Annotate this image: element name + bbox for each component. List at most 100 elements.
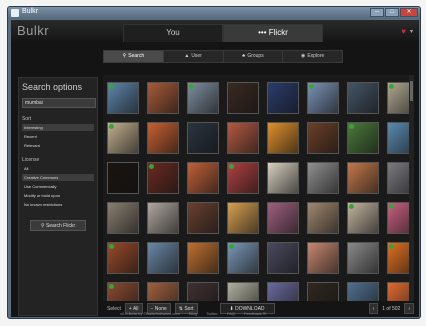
photo-thumbnail[interactable]: [307, 202, 339, 234]
credits-link-twitter[interactable]: Twitter: [206, 311, 218, 316]
heart-icon[interactable]: ♥: [401, 27, 406, 36]
app-icon: [11, 9, 19, 17]
selected-check-icon: [109, 244, 114, 249]
grid-scrollbar[interactable]: [409, 75, 414, 301]
title-bar[interactable]: Bulkr ─ □ ✕: [8, 7, 420, 19]
subnav-explore[interactable]: ◉ Explore: [283, 51, 342, 62]
photo-thumbnail[interactable]: [307, 162, 339, 194]
search-flickr-button[interactable]: ⚲ Search Flickr: [30, 220, 86, 231]
photo-thumbnail[interactable]: [347, 162, 379, 194]
selected-check-icon: [389, 84, 394, 89]
selected-check-icon: [109, 84, 114, 89]
photo-thumbnail[interactable]: [147, 202, 179, 234]
selected-check-icon: [149, 164, 154, 169]
photo-thumbnail[interactable]: [267, 122, 299, 154]
license-heading: License: [22, 157, 40, 163]
app-content: Bulkr You ••• Flickr ♥ ▾ ⚲ Search ▲ User ♣…: [11, 20, 419, 317]
photo-thumbnail[interactable]: [267, 242, 299, 274]
sort-option-interesting[interactable]: Interesting: [22, 124, 94, 131]
photo-thumbnail[interactable]: [107, 242, 139, 274]
search-input[interactable]: [22, 98, 96, 108]
search-options-panel: Search options Sort Interesting Recent R…: [18, 77, 98, 316]
photo-thumbnail[interactable]: [147, 162, 179, 194]
selected-check-icon: [229, 164, 234, 169]
credits-link-faq[interactable]: FAQ: [227, 311, 235, 316]
selected-check-icon: [349, 204, 354, 209]
selected-check-icon: [109, 284, 114, 289]
photo-thumbnail[interactable]: [107, 202, 139, 234]
photo-thumbnail[interactable]: [147, 122, 179, 154]
photo-thumbnail[interactable]: [227, 122, 259, 154]
maximize-button[interactable]: □: [385, 8, 399, 17]
sort-option-recent[interactable]: Recent: [22, 133, 94, 140]
subnav-user-label: User: [191, 53, 202, 59]
subnav-search[interactable]: ⚲ Search: [104, 51, 164, 62]
photo-thumbnail[interactable]: [107, 282, 139, 301]
pagination: ‹ 1 of 502 ›: [368, 303, 414, 314]
photo-thumbnail[interactable]: [227, 162, 259, 194]
user-icon: ▲: [184, 53, 190, 59]
search-options-title: Search options: [22, 82, 83, 92]
photo-thumbnail[interactable]: [187, 282, 219, 301]
photo-thumbnail[interactable]: [227, 82, 259, 114]
photo-thumbnail[interactable]: [307, 82, 339, 114]
selected-check-icon: [389, 204, 394, 209]
photo-thumbnail[interactable]: [107, 162, 139, 194]
photo-thumbnail[interactable]: [347, 122, 379, 154]
license-option-commercial[interactable]: Use Commercially: [22, 183, 94, 190]
photo-thumbnail[interactable]: [347, 202, 379, 234]
photo-thumbnail[interactable]: [267, 82, 299, 114]
photo-thumbnail[interactable]: [347, 82, 379, 114]
license-option-creative-commons[interactable]: Creative Commons: [22, 174, 94, 181]
photo-thumbnail[interactable]: [267, 282, 299, 301]
photo-thumbnail[interactable]: [107, 82, 139, 114]
license-option-modify[interactable]: Modify or build upon: [22, 192, 94, 199]
photo-thumbnail[interactable]: [187, 82, 219, 114]
next-page-button[interactable]: ›: [404, 303, 414, 314]
screenshot-stage: Bulkr ─ □ ✕ Bulkr You ••• Flickr ♥ ▾ ⚲ S…: [0, 0, 426, 326]
app-window: Bulkr ─ □ ✕ Bulkr You ••• Flickr ♥ ▾ ⚲ S…: [7, 6, 421, 319]
photo-thumbnail[interactable]: [347, 282, 379, 301]
credits-link-feedback[interactable]: Feedback ✉: [244, 311, 266, 316]
photo-thumbnail[interactable]: [347, 242, 379, 274]
license-option-no-restrictions[interactable]: No known restrictions: [22, 201, 94, 208]
groups-icon: ♣: [242, 53, 246, 59]
photo-thumbnail[interactable]: [107, 122, 139, 154]
explore-icon: ◉: [300, 53, 306, 59]
photo-results-area: [103, 75, 414, 301]
photo-thumbnail[interactable]: [187, 162, 219, 194]
photo-thumbnail[interactable]: [267, 162, 299, 194]
close-button[interactable]: ✕: [400, 8, 418, 17]
search-icon: ⚲: [122, 53, 127, 59]
photo-thumbnail[interactable]: [267, 202, 299, 234]
scrollbar-thumb[interactable]: [410, 81, 413, 101]
page-indicator: 1 of 502: [382, 305, 401, 312]
photo-thumbnail[interactable]: [227, 202, 259, 234]
photo-thumbnail[interactable]: [187, 122, 219, 154]
photo-thumbnail[interactable]: [307, 242, 339, 274]
photo-thumbnail[interactable]: [147, 282, 179, 301]
search-flickr-label: Search Flickr: [45, 222, 76, 229]
sort-option-relevant[interactable]: Relevant: [22, 142, 94, 149]
photo-thumbnail[interactable]: [147, 242, 179, 274]
menu-chevron-icon[interactable]: ▾: [410, 28, 413, 35]
photo-thumbnail[interactable]: [307, 122, 339, 154]
subnav-groups[interactable]: ♣ Groups: [224, 51, 284, 62]
minimize-button[interactable]: ─: [370, 8, 384, 17]
subnav-explore-label: Explore: [307, 53, 325, 59]
photo-thumbnail[interactable]: [187, 202, 219, 234]
header-icons: ♥ ▾: [401, 27, 413, 36]
prev-page-button[interactable]: ‹: [368, 303, 379, 314]
sort-heading: Sort: [22, 116, 32, 122]
photo-thumbnail[interactable]: [187, 242, 219, 274]
photo-thumbnail[interactable]: [307, 282, 339, 301]
photo-thumbnail[interactable]: [147, 82, 179, 114]
credits-bar: v0.6 Beta by ©BulkrSoftware.com Blog Twi…: [120, 311, 274, 316]
license-option-all[interactable]: All: [22, 165, 94, 172]
photo-thumbnail[interactable]: [227, 282, 259, 301]
tab-flickr[interactable]: ••• Flickr: [223, 24, 323, 42]
credits-link-blog[interactable]: Blog: [189, 311, 197, 316]
subnav-user[interactable]: ▲ User: [164, 51, 224, 62]
photo-thumbnail[interactable]: [227, 242, 259, 274]
tab-you[interactable]: You: [123, 24, 223, 42]
